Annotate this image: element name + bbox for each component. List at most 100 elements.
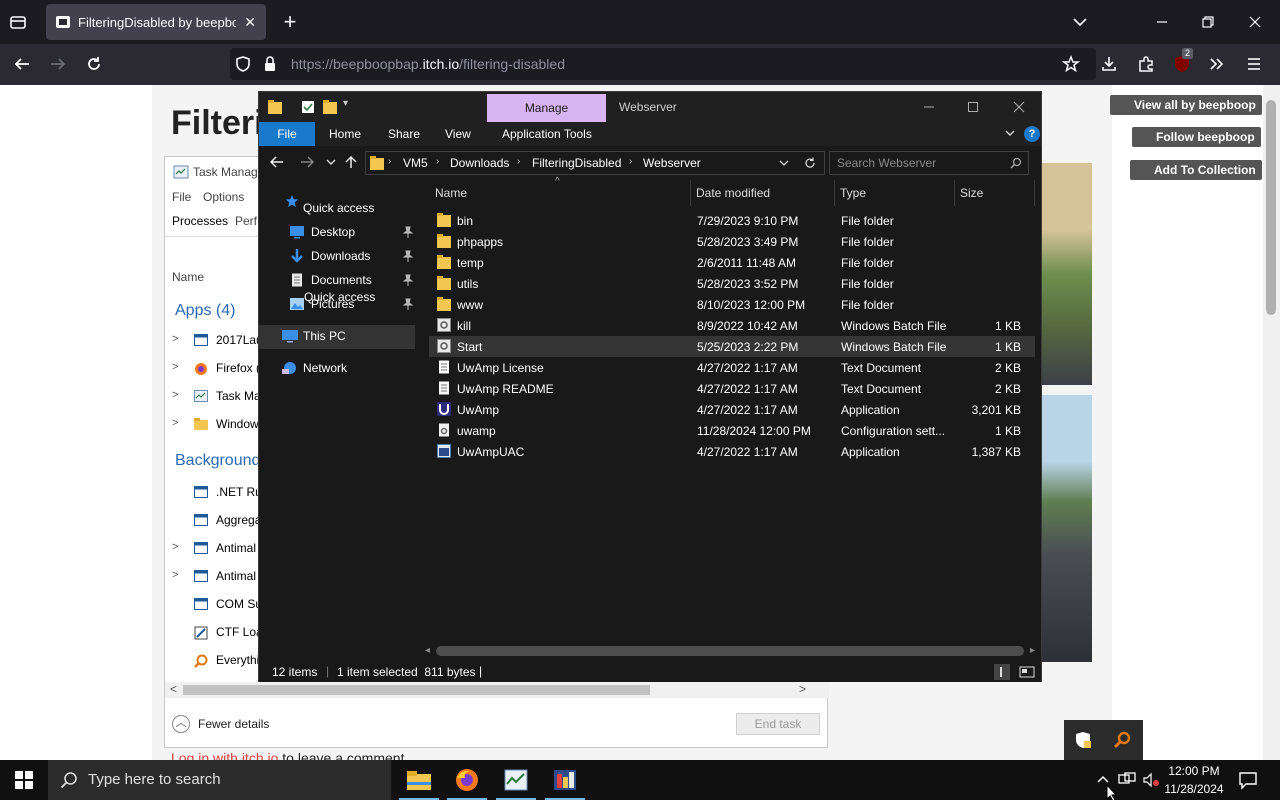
file-row[interactable]: bin 7/29/2023 9:10 PM File folder [429, 210, 1035, 231]
tab-file[interactable]: File [259, 122, 315, 146]
process-row[interactable]: CTF Loa [165, 619, 259, 647]
menu-file[interactable]: File [172, 190, 191, 204]
breadcrumb-downloads[interactable]: Downloads [450, 156, 509, 170]
tab-home[interactable]: Home [329, 122, 361, 146]
large-icons-view-icon[interactable] [1019, 664, 1035, 680]
pin-icon[interactable] [403, 274, 413, 286]
forward-icon[interactable] [48, 54, 72, 74]
file-row[interactable]: UwAmp 4/27/2022 1:17 AM Application 3,201 K… [429, 399, 1035, 420]
ublock-origin-icon[interactable]: 2 [1172, 48, 1196, 74]
address-dropdown-icon[interactable] [778, 157, 790, 169]
column-size[interactable]: Size [960, 186, 983, 200]
taskbar-uwamp[interactable] [541, 760, 589, 800]
screenshot-thumbnail-1[interactable] [1042, 163, 1092, 385]
quick-access-toolbar-dropdown-icon[interactable]: ▾ [343, 98, 348, 109]
screenshot-thumbnail-2[interactable] [1042, 395, 1092, 662]
process-row[interactable]: > Window [165, 411, 259, 439]
properties-icon[interactable] [301, 100, 315, 114]
scroll-left-icon[interactable]: ◂ [425, 645, 430, 656]
downloads-icon[interactable] [1099, 54, 1123, 74]
tab-application-tools[interactable]: Application Tools [502, 122, 592, 146]
nav-downloads[interactable]: Downloads [311, 249, 370, 263]
add-to-collection-button[interactable]: Add To Collection [1130, 160, 1262, 180]
breadcrumb-filteringdisabled[interactable]: FilteringDisabled [532, 156, 621, 170]
browser-tab[interactable]: FilteringDisabled by beepboop ✕ [46, 4, 266, 40]
file-row[interactable]: Start 5/25/2023 2:22 PM Windows Batch File… [429, 336, 1035, 357]
column-name[interactable]: Name [435, 186, 467, 200]
bookmark-star-icon[interactable] [1061, 54, 1085, 74]
file-row[interactable]: UwAmpUAC 4/27/2022 1:17 AM Application 1,38… [429, 441, 1035, 462]
process-row[interactable]: > Firefox ( [165, 355, 259, 383]
breadcrumb-vm5[interactable]: VM5 [403, 156, 428, 170]
column-separator[interactable] [690, 180, 691, 206]
search-input[interactable]: Search Webserver [829, 151, 1029, 175]
nav-this-pc[interactable]: This PC [303, 329, 346, 343]
scroll-right-icon[interactable]: ▸ [1030, 645, 1035, 656]
pin-icon[interactable] [403, 226, 413, 238]
nav-network[interactable]: Network [303, 361, 347, 375]
expand-chevron-icon[interactable]: > [172, 541, 178, 553]
windows-start-icon[interactable] [14, 770, 34, 790]
nav-documents[interactable]: Documents [311, 273, 372, 287]
process-row[interactable]: Aggrega [165, 507, 259, 535]
breadcrumb-chevron-icon[interactable]: › [629, 156, 632, 167]
column-separator[interactable] [834, 180, 835, 206]
close-window-icon[interactable] [1245, 12, 1269, 32]
tab-performance[interactable]: Perf [235, 214, 257, 228]
back-icon[interactable] [12, 54, 36, 74]
maximize-icon[interactable] [963, 97, 983, 117]
process-row[interactable]: .NET Ru [165, 479, 259, 507]
taskbar-firefox[interactable] [443, 760, 491, 800]
close-window-icon[interactable] [1009, 97, 1029, 117]
column-name[interactable]: Name [172, 270, 204, 284]
process-row[interactable]: > Antimal [165, 563, 259, 591]
shield-icon[interactable] [233, 54, 257, 74]
overflow-chevrons-icon[interactable] [1207, 54, 1231, 74]
tab-processes[interactable]: Processes [165, 211, 230, 235]
tab-view[interactable]: View [445, 122, 471, 146]
refresh-icon[interactable] [804, 157, 816, 169]
horizontal-scrollbar[interactable]: < > [165, 682, 829, 698]
file-row[interactable]: www 8/10/2023 12:00 PM File folder [429, 294, 1035, 315]
expand-ribbon-icon[interactable] [1003, 126, 1017, 140]
nav-pictures[interactable]: Pictures [311, 297, 354, 311]
taskbar-file-explorer[interactable] [395, 760, 443, 800]
url-bar[interactable]: https://beepboopbap.itch.io/filtering-di… [230, 48, 1096, 80]
process-row[interactable]: > 2017Lau [165, 327, 259, 355]
taskbar-search-box[interactable]: Type here to search [48, 760, 391, 800]
process-row[interactable]: COM Su [165, 591, 259, 619]
column-separator[interactable] [954, 180, 955, 206]
taskbar-task-manager[interactable] [492, 760, 540, 800]
collapse-chevron-icon[interactable]: ︿ [172, 715, 190, 733]
file-row[interactable]: kill 8/9/2022 10:42 AM Windows Batch File 1… [429, 315, 1035, 336]
fewer-details-link[interactable]: Fewer details [198, 717, 269, 731]
breadcrumb-webserver[interactable]: Webserver [643, 156, 701, 170]
minimize-icon[interactable] [919, 97, 939, 117]
expand-chevron-icon[interactable]: > [172, 361, 178, 373]
menu-options[interactable]: Options [203, 190, 244, 204]
file-row[interactable]: phpapps 5/28/2023 3:49 PM File folder [429, 231, 1035, 252]
scrollbar-thumb[interactable] [183, 685, 650, 695]
column-type[interactable]: Type [840, 186, 866, 200]
expand-chevron-icon[interactable]: > [172, 389, 178, 401]
tab-share[interactable]: Share [388, 122, 420, 146]
manage-context-tab[interactable]: Manage [487, 94, 606, 122]
address-bar[interactable]: › VM5 › Downloads › FilteringDisabled › … [365, 151, 825, 175]
view-all-button[interactable]: View all by beepboop [1110, 95, 1262, 115]
scroll-right-icon[interactable]: > [799, 682, 806, 696]
recent-locations-icon[interactable] [325, 154, 337, 170]
hamburger-menu-icon[interactable] [1244, 54, 1268, 74]
tab-list-icon[interactable] [8, 12, 32, 32]
forward-icon[interactable] [299, 154, 315, 170]
details-view-icon[interactable] [994, 664, 1010, 680]
scrollbar-thumb[interactable] [436, 646, 1024, 656]
file-row[interactable]: UwAmp License 4/27/2022 1:17 AM Text Docum… [429, 357, 1035, 378]
new-tab-icon[interactable]: + [278, 11, 302, 33]
column-separator[interactable] [1034, 180, 1035, 206]
windows-security-icon[interactable] [1073, 730, 1093, 750]
pin-icon[interactable] [403, 250, 413, 262]
nav-quick-access-label[interactable]: Quick access [303, 201, 374, 215]
minimize-icon[interactable] [1152, 12, 1176, 32]
everything-search-icon[interactable] [1112, 730, 1132, 750]
expand-chevron-icon[interactable]: > [172, 333, 178, 345]
